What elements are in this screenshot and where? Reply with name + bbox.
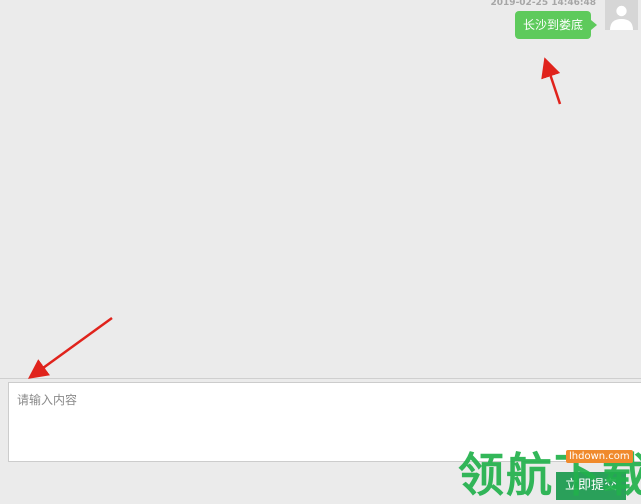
message-input[interactable]: [8, 382, 641, 462]
composer-panel: 立即提交: [0, 379, 641, 504]
message-timestamp: 2019-02-25 14:46:48: [490, 0, 596, 8]
chat-message-bubble: 长沙到娄底: [514, 11, 598, 39]
user-avatar: [605, 0, 638, 30]
person-icon: [610, 5, 633, 30]
chat-message-area: 2019-02-25 14:46:48 长沙到娄底: [0, 0, 641, 378]
submit-button[interactable]: 立即提交: [556, 472, 626, 500]
